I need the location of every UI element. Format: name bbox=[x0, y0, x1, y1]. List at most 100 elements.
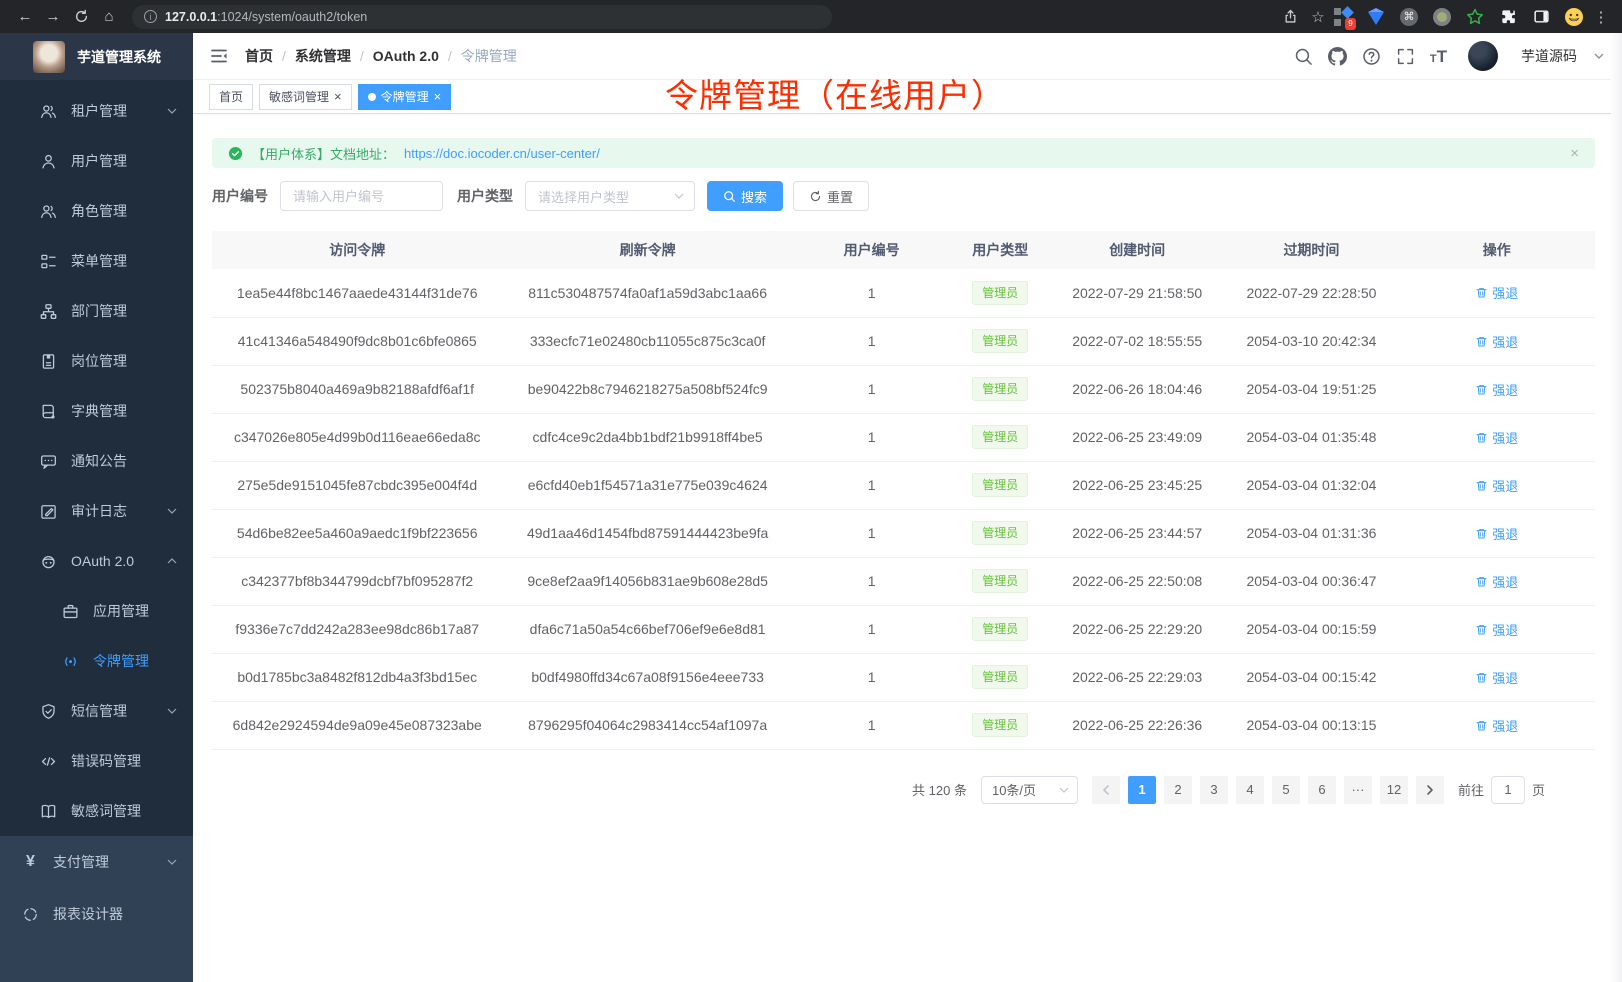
site-info-icon[interactable]: i bbox=[144, 10, 157, 23]
sidebar-item-oauth[interactable]: OAuth 2.0 bbox=[0, 536, 193, 586]
force-logout-button[interactable]: 强退 bbox=[1475, 620, 1518, 639]
doc-link[interactable]: https://doc.iocoder.cn/user-center/ bbox=[404, 146, 600, 161]
sidebar-item-oauth-app[interactable]: 应用管理 bbox=[0, 586, 193, 636]
breadcrumb-separator: / bbox=[282, 48, 286, 64]
page-button[interactable]: 5 bbox=[1272, 776, 1300, 804]
tab-home[interactable]: 首页 bbox=[209, 84, 253, 110]
force-logout-button[interactable]: 强退 bbox=[1475, 668, 1518, 687]
actions-cell: 强退 bbox=[1399, 365, 1595, 413]
more-pages-button[interactable]: ··· bbox=[1344, 776, 1372, 804]
gem-extension-icon[interactable] bbox=[1366, 7, 1386, 27]
force-logout-button[interactable]: 强退 bbox=[1475, 332, 1518, 351]
alert-close-icon[interactable]: × bbox=[1570, 145, 1579, 162]
github-icon[interactable] bbox=[1328, 47, 1347, 66]
app-logo-image bbox=[33, 41, 65, 73]
home-icon[interactable]: ⌂ bbox=[96, 4, 122, 30]
tab-token[interactable]: 令牌管理 × bbox=[358, 84, 452, 110]
sms-shield-icon bbox=[40, 703, 57, 720]
side-panel-icon[interactable] bbox=[1531, 7, 1551, 27]
access-token-cell: 41c41346a548490f9dc8b01c6bfe0865 bbox=[212, 317, 502, 365]
notice-message-icon bbox=[40, 453, 57, 470]
command-extension-icon[interactable]: ⌘ bbox=[1399, 7, 1419, 27]
sidebar-item-role[interactable]: 角色管理 bbox=[0, 186, 193, 236]
sidebar-item-errorcode[interactable]: 错误码管理 bbox=[0, 736, 193, 786]
next-page-button[interactable] bbox=[1416, 776, 1444, 804]
sidebar-item-post[interactable]: 岗位管理 bbox=[0, 336, 193, 386]
page-button[interactable]: 4 bbox=[1236, 776, 1264, 804]
sidebar-item-oauth-token[interactable]: 令牌管理 bbox=[0, 636, 193, 686]
sidebar-item-menu[interactable]: 菜单管理 bbox=[0, 236, 193, 286]
actions-cell: 强退 bbox=[1399, 653, 1595, 701]
drag-extension-icon[interactable]: 9 bbox=[1333, 7, 1353, 27]
close-icon[interactable]: × bbox=[434, 90, 442, 103]
force-logout-button[interactable]: 强退 bbox=[1475, 524, 1518, 543]
close-icon[interactable]: × bbox=[334, 90, 342, 103]
goto-page-input[interactable] bbox=[1491, 776, 1525, 804]
sidebar-item-dict[interactable]: 字典管理 bbox=[0, 386, 193, 436]
breadcrumb-oauth[interactable]: OAuth 2.0 bbox=[373, 48, 439, 64]
help-icon[interactable] bbox=[1362, 47, 1381, 66]
recorder-extension-icon[interactable] bbox=[1432, 7, 1452, 27]
bookmark-star-icon[interactable]: ☆ bbox=[1305, 4, 1331, 30]
menu-tree-icon bbox=[40, 253, 57, 270]
col-expires: 过期时间 bbox=[1224, 231, 1398, 269]
user-id-input[interactable] bbox=[280, 181, 443, 211]
breadcrumb-separator: / bbox=[360, 48, 364, 64]
trash-icon bbox=[1475, 431, 1488, 444]
screen: ← → ⌂ i 127.0.0.1:1024/system/oauth2/tok… bbox=[0, 0, 1622, 982]
username[interactable]: 芋道源码 bbox=[1521, 46, 1577, 66]
collapse-sidebar-icon[interactable] bbox=[209, 46, 229, 66]
page-button[interactable]: 3 bbox=[1200, 776, 1228, 804]
trash-icon bbox=[1475, 479, 1488, 492]
page-button[interactable]: 1 bbox=[1128, 776, 1156, 804]
sidebar-item-notice[interactable]: 通知公告 bbox=[0, 436, 193, 486]
sidebar-item-pay[interactable]: ¥ 支付管理 bbox=[0, 836, 193, 888]
search-icon[interactable] bbox=[1294, 47, 1313, 66]
user-type-select[interactable]: 请选择用户类型 bbox=[525, 181, 695, 211]
tab-sensitive-word[interactable]: 敏感词管理 × bbox=[259, 84, 352, 110]
address-bar[interactable]: i 127.0.0.1:1024/system/oauth2/token bbox=[132, 5, 832, 29]
font-size-icon[interactable]: TT bbox=[1430, 48, 1447, 65]
scrollbar[interactable] bbox=[1611, 33, 1622, 982]
sidebar-item-tenant[interactable]: 租户管理 bbox=[0, 86, 193, 136]
breadcrumb-system[interactable]: 系统管理 bbox=[295, 46, 351, 66]
avatar[interactable] bbox=[1468, 41, 1498, 71]
force-logout-button[interactable]: 强退 bbox=[1475, 716, 1518, 735]
force-logout-label: 强退 bbox=[1492, 428, 1518, 447]
share-icon[interactable] bbox=[1277, 4, 1303, 30]
sidebar-item-report[interactable]: 报表设计器 bbox=[0, 888, 193, 940]
caret-down-icon[interactable] bbox=[1594, 53, 1604, 59]
force-logout-button[interactable]: 强退 bbox=[1475, 572, 1518, 591]
sidebar-item-sensitiveword[interactable]: 敏感词管理 bbox=[0, 786, 193, 836]
force-logout-button[interactable]: 强退 bbox=[1475, 380, 1518, 399]
puzzle-extensions-icon[interactable] bbox=[1498, 7, 1518, 27]
forward-icon[interactable]: → bbox=[40, 4, 66, 30]
app-logo[interactable]: 芋道管理系统 bbox=[0, 33, 193, 80]
user-type-badge: 管理员 bbox=[972, 281, 1028, 305]
fullscreen-icon[interactable] bbox=[1396, 47, 1415, 66]
user-id-cell: 1 bbox=[793, 317, 951, 365]
force-logout-button[interactable]: 强退 bbox=[1475, 476, 1518, 495]
page-button[interactable]: 12 bbox=[1380, 776, 1408, 804]
prev-page-button[interactable] bbox=[1092, 776, 1120, 804]
sidebar-item-dept[interactable]: 部门管理 bbox=[0, 286, 193, 336]
breadcrumb-home[interactable]: 首页 bbox=[245, 46, 273, 66]
search-button[interactable]: 搜索 bbox=[707, 181, 783, 211]
reload-icon[interactable] bbox=[68, 4, 94, 30]
page-button[interactable]: 2 bbox=[1164, 776, 1192, 804]
force-logout-button[interactable]: 强退 bbox=[1475, 428, 1518, 447]
breadcrumb-current: 令牌管理 bbox=[461, 46, 517, 66]
sidebar-item-audit[interactable]: 审计日志 bbox=[0, 486, 193, 536]
col-user-type: 用户类型 bbox=[951, 231, 1051, 269]
page-size-select[interactable]: 10条/页 bbox=[981, 776, 1078, 804]
more-menu-icon[interactable]: ⋮ bbox=[1592, 8, 1610, 26]
force-logout-button[interactable]: 强退 bbox=[1475, 283, 1518, 302]
sidebar-item-sms[interactable]: 短信管理 bbox=[0, 686, 193, 736]
sidebar-item-user[interactable]: 用户管理 bbox=[0, 136, 193, 186]
profile-emoji-icon[interactable] bbox=[1564, 7, 1584, 27]
actions-cell: 强退 bbox=[1399, 557, 1595, 605]
page-button[interactable]: 6 bbox=[1308, 776, 1336, 804]
star-extension-icon[interactable] bbox=[1465, 7, 1485, 27]
back-icon[interactable]: ← bbox=[12, 4, 38, 30]
reset-button[interactable]: 重置 bbox=[793, 181, 869, 211]
